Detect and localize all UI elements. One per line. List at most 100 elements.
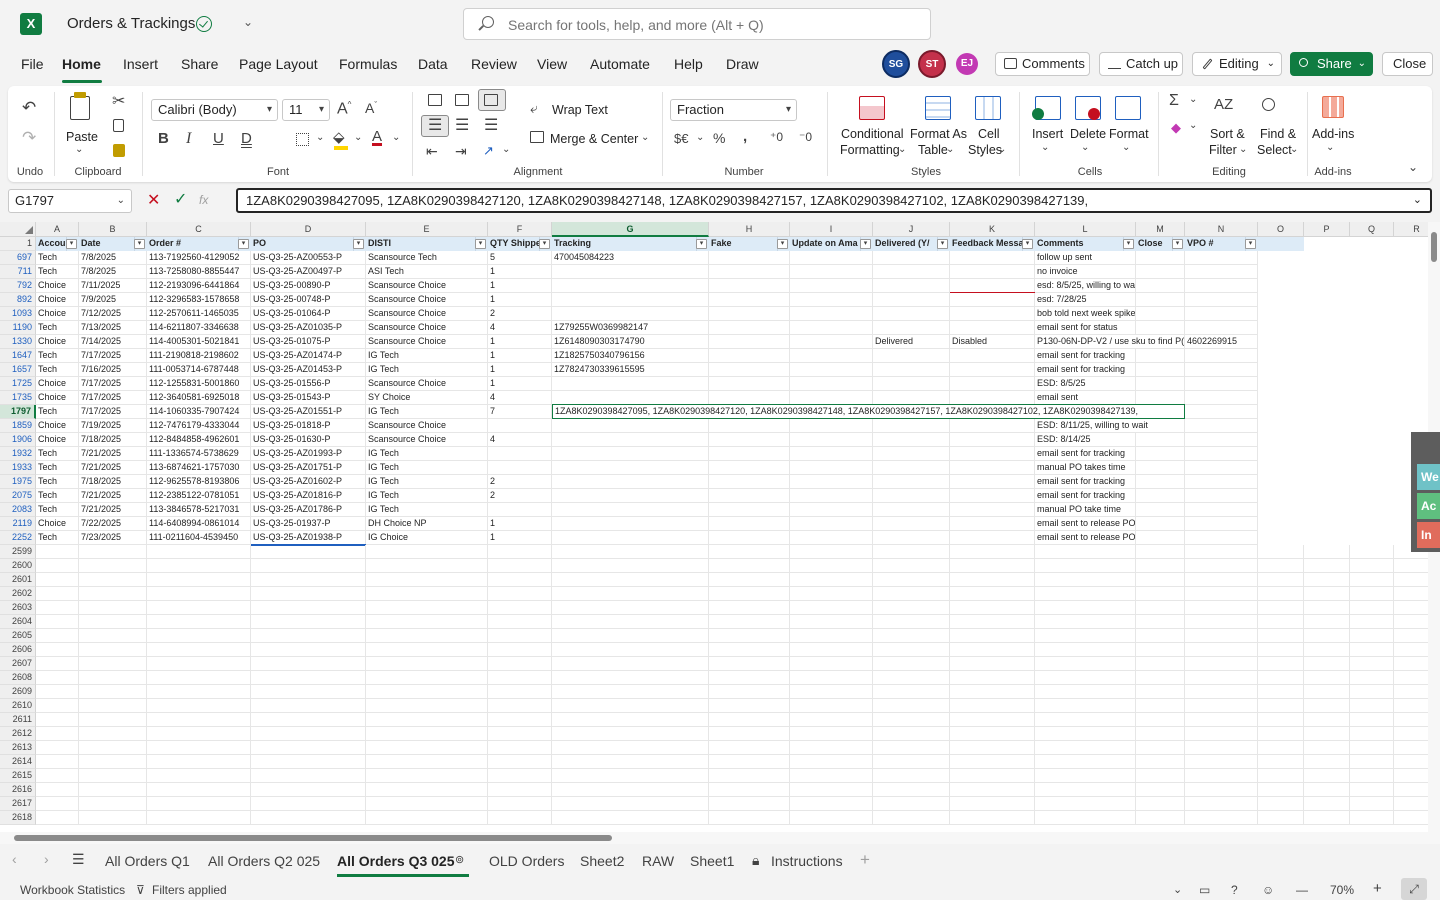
- filter-dropdown-icon[interactable]: ▾: [1123, 239, 1134, 249]
- table-cell[interactable]: [1136, 363, 1185, 377]
- table-cell[interactable]: email sent to release PO: [1035, 531, 1136, 545]
- table-cell[interactable]: [147, 741, 251, 755]
- table-cell[interactable]: Choice: [36, 293, 79, 307]
- table-cell[interactable]: 2: [488, 489, 552, 503]
- paste-button[interactable]: Paste: [66, 130, 98, 144]
- table-cell[interactable]: US-Q3-25-AZ00553-P: [251, 251, 366, 265]
- table-cell[interactable]: [488, 685, 552, 699]
- table-cell[interactable]: [790, 461, 873, 475]
- table-cell[interactable]: Tech: [36, 265, 79, 279]
- table-cell[interactable]: US-Q3-25-AZ01786-P: [251, 503, 366, 517]
- table-cell[interactable]: esd: 7/28/25: [1035, 293, 1136, 307]
- copy-icon[interactable]: [113, 119, 124, 132]
- table-cell[interactable]: [790, 475, 873, 489]
- table-cell[interactable]: US-Q3-25-AZ01035-P: [251, 321, 366, 335]
- table-cell[interactable]: [366, 559, 488, 573]
- table-cell[interactable]: 4: [488, 321, 552, 335]
- avatar-ej[interactable]: EJ: [956, 53, 978, 75]
- insert-cells-button[interactable]: Insert: [1032, 127, 1063, 141]
- table-cell[interactable]: [366, 545, 488, 559]
- table-cell[interactable]: [251, 587, 366, 601]
- table-cell[interactable]: email sent to release PO: [1035, 517, 1136, 531]
- table-cell[interactable]: 113-3846578-5217031: [147, 503, 251, 517]
- table-cell[interactable]: [79, 755, 147, 769]
- table-cell[interactable]: 1: [488, 531, 552, 545]
- table-cell[interactable]: [488, 797, 552, 811]
- chevron-down-icon[interactable]: ⌄: [75, 144, 83, 155]
- table-cell[interactable]: [366, 811, 488, 825]
- align-right-icon[interactable]: ☰: [484, 115, 498, 135]
- table-cell[interactable]: [488, 419, 552, 433]
- table-cell[interactable]: [873, 377, 950, 391]
- table-cell[interactable]: [709, 447, 790, 461]
- percent-icon[interactable]: %: [713, 130, 725, 146]
- table-cell[interactable]: [552, 573, 709, 587]
- table-cell[interactable]: [79, 629, 147, 643]
- table-cell[interactable]: SY Choice: [366, 391, 488, 405]
- table-cell[interactable]: [790, 601, 873, 615]
- table-cell[interactable]: [1136, 335, 1185, 349]
- comma-style-icon[interactable]: ,: [743, 128, 747, 145]
- table-cell[interactable]: 1: [488, 293, 552, 307]
- table-cell[interactable]: [873, 629, 950, 643]
- table-cell[interactable]: [552, 727, 709, 741]
- table-cell[interactable]: [147, 615, 251, 629]
- menu-formulas[interactable]: Formulas: [339, 56, 397, 72]
- table-cell[interactable]: [790, 797, 873, 811]
- table-cell[interactable]: [1136, 475, 1185, 489]
- table-cell[interactable]: [552, 279, 709, 293]
- all-sheets-menu-icon[interactable]: ☰: [72, 851, 85, 868]
- chevron-down-icon[interactable]: ⌄: [1122, 142, 1130, 153]
- table-cell[interactable]: [1136, 601, 1185, 615]
- align-middle-icon[interactable]: [455, 94, 469, 106]
- cell-styles-label-2[interactable]: Styles: [968, 143, 1002, 157]
- table-cell[interactable]: 1: [488, 517, 552, 531]
- table-cell[interactable]: [873, 307, 950, 321]
- table-cell[interactable]: [1185, 769, 1258, 783]
- chevron-down-icon[interactable]: ⌄: [392, 132, 400, 143]
- table-cell[interactable]: [36, 755, 79, 769]
- table-cell[interactable]: US-Q3-25-01075-P: [251, 335, 366, 349]
- table-cell[interactable]: email sent for tracking: [1035, 363, 1136, 377]
- table-cell[interactable]: [552, 531, 709, 545]
- wrap-text-button[interactable]: Wrap Text: [552, 103, 608, 117]
- table-cell[interactable]: Tech: [36, 363, 79, 377]
- table-header-cell[interactable]: Delivered (Y/: [873, 237, 938, 251]
- table-cell[interactable]: esd: 8/5/25, willing to wait: [1035, 279, 1136, 293]
- row-header[interactable]: 2607: [0, 657, 36, 671]
- table-cell[interactable]: [147, 671, 251, 685]
- table-cell[interactable]: [1258, 797, 1304, 811]
- table-cell[interactable]: [950, 531, 1035, 545]
- table-cell[interactable]: Scansource Choice: [366, 321, 488, 335]
- table-cell[interactable]: [147, 545, 251, 559]
- table-cell[interactable]: [147, 587, 251, 601]
- table-cell[interactable]: [1035, 545, 1136, 559]
- table-cell[interactable]: [552, 629, 709, 643]
- table-cell[interactable]: [1304, 783, 1350, 797]
- filter-dropdown-icon[interactable]: ▾: [238, 239, 249, 249]
- prev-sheet-icon[interactable]: ‹: [12, 851, 17, 867]
- table-cell[interactable]: 4: [488, 391, 552, 405]
- table-cell[interactable]: [709, 601, 790, 615]
- table-cell[interactable]: [709, 671, 790, 685]
- table-cell[interactable]: [1136, 671, 1185, 685]
- help-icon[interactable]: ?: [1231, 883, 1238, 897]
- table-cell[interactable]: [709, 615, 790, 629]
- cell-styles-label-1[interactable]: Cell: [978, 127, 1000, 141]
- table-cell[interactable]: [1185, 391, 1258, 405]
- table-cell[interactable]: [873, 447, 950, 461]
- table-cell[interactable]: Tech: [36, 503, 79, 517]
- workbook-statistics[interactable]: Workbook Statistics: [20, 883, 125, 897]
- add-ins-button[interactable]: Add-ins: [1312, 127, 1354, 141]
- table-cell[interactable]: [1304, 559, 1350, 573]
- table-cell[interactable]: [873, 251, 950, 265]
- table-cell[interactable]: [790, 713, 873, 727]
- table-cell[interactable]: [366, 601, 488, 615]
- find-select-label-1[interactable]: Find &: [1260, 127, 1296, 141]
- table-cell[interactable]: 7/19/2025: [79, 419, 147, 433]
- table-cell[interactable]: US-Q3-25-01630-P: [251, 433, 366, 447]
- table-cell[interactable]: [1136, 531, 1185, 545]
- table-cell[interactable]: US-Q3-25-AZ01474-P: [251, 349, 366, 363]
- excel-logo-icon[interactable]: X: [20, 13, 42, 35]
- table-cell[interactable]: [552, 811, 709, 825]
